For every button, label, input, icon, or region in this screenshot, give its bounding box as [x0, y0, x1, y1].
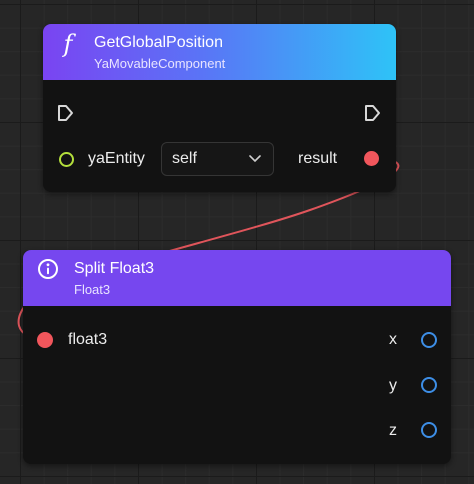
- result-output-pin[interactable]: [364, 151, 379, 166]
- yaentity-input-pin[interactable]: [59, 152, 74, 167]
- y-label: y: [389, 377, 397, 394]
- yaentity-label: yaEntity: [88, 150, 145, 167]
- z-output-pin[interactable]: [421, 422, 437, 438]
- node-subtitle: Float3: [74, 282, 111, 297]
- split-float3-node[interactable]: Split Float3 Float3 float3 x y z: [23, 250, 451, 464]
- z-label: z: [389, 422, 397, 439]
- float3-input-pin[interactable]: [37, 332, 53, 348]
- exec-out-pin[interactable]: [364, 104, 382, 122]
- exec-in-pin[interactable]: [57, 104, 75, 122]
- x-output-pin[interactable]: [421, 332, 437, 348]
- chevron-down-icon: [249, 155, 261, 163]
- x-label: x: [389, 331, 397, 348]
- function-icon: f: [63, 30, 73, 58]
- result-label: result: [298, 150, 338, 167]
- yaentity-select-value: self: [172, 150, 197, 167]
- node-title: Split Float3: [74, 260, 155, 277]
- yaentity-select[interactable]: self: [161, 142, 274, 176]
- node-header[interactable]: Split Float3 Float3: [23, 250, 451, 306]
- node-header[interactable]: f GetGlobalPosition YaMovableComponent: [43, 24, 396, 80]
- getglobalposition-node[interactable]: f GetGlobalPosition YaMovableComponent y…: [43, 24, 396, 192]
- node-subtitle: YaMovableComponent: [94, 56, 226, 71]
- float3-label: float3: [68, 331, 108, 348]
- node-title: GetGlobalPosition: [94, 34, 223, 51]
- y-output-pin[interactable]: [421, 377, 437, 393]
- info-icon: [38, 259, 58, 279]
